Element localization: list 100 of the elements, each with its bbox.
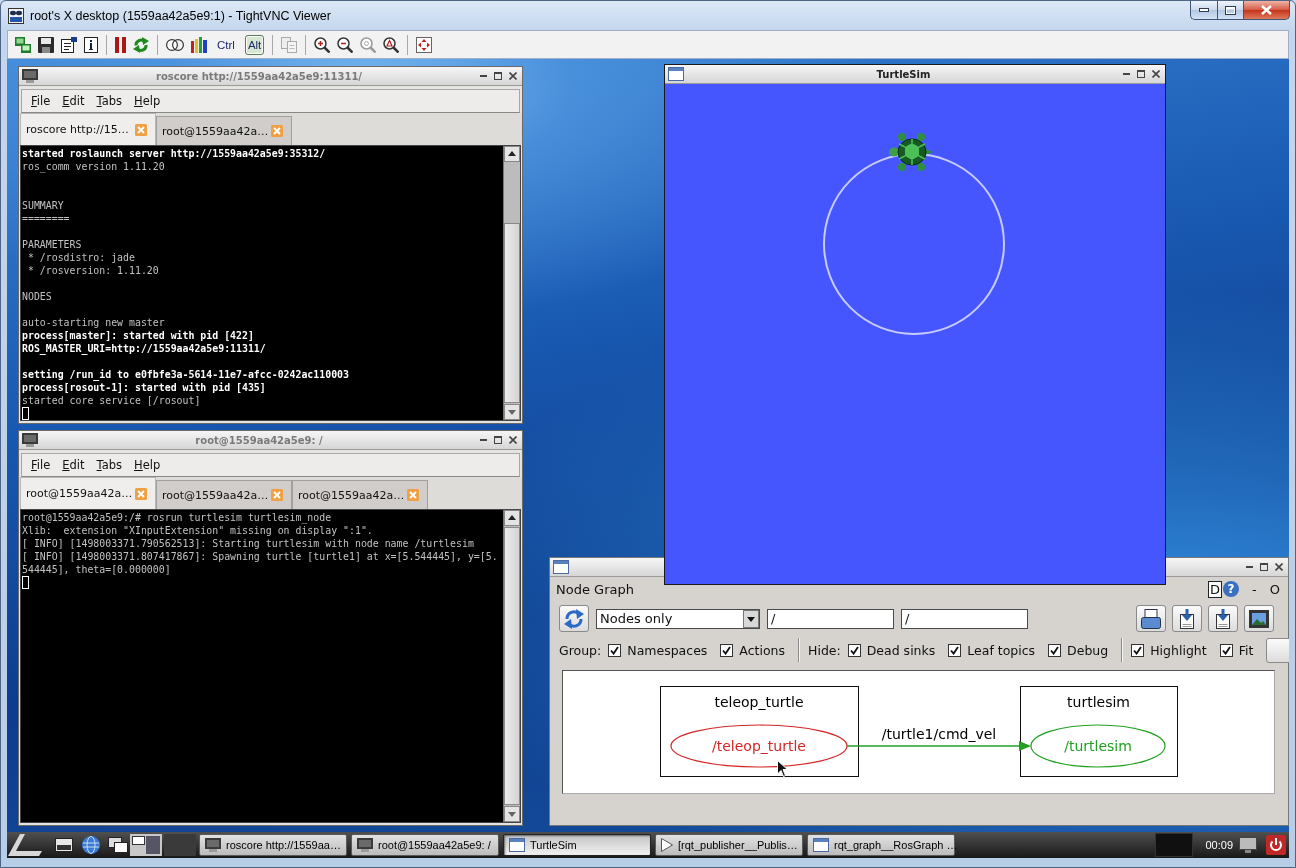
close-icon[interactable] bbox=[509, 72, 517, 80]
maximize-icon[interactable] bbox=[494, 72, 502, 80]
toolbar-button[interactable] bbox=[1172, 605, 1202, 632]
picture-icon bbox=[1249, 609, 1269, 628]
maximize-icon[interactable] bbox=[1260, 563, 1268, 571]
taskbar-button[interactable]: TurtleSim bbox=[503, 834, 651, 856]
checkbox[interactable] bbox=[1048, 643, 1062, 657]
modifier-key-button[interactable]: Ctrl bbox=[214, 34, 238, 55]
close-icon[interactable] bbox=[509, 436, 517, 444]
tab[interactable]: roscore http://15… bbox=[20, 113, 156, 145]
checkbox-label[interactable]: Dead sinks bbox=[866, 642, 936, 658]
show-desktop-icon[interactable] bbox=[55, 838, 73, 852]
scrollbar[interactable] bbox=[503, 146, 520, 420]
window-icon bbox=[668, 67, 684, 81]
window-title: roscore http://1559aa42a5e9:11311/ bbox=[155, 70, 363, 82]
checkbox[interactable] bbox=[948, 643, 962, 657]
close-icon[interactable] bbox=[1152, 70, 1160, 78]
power-icon[interactable] bbox=[1266, 835, 1286, 855]
edge-label: /turtle1/cmd_vel bbox=[881, 726, 997, 742]
modifier-key-button[interactable]: Alt bbox=[244, 34, 265, 55]
window-title: root@1559aa42a5e9: / bbox=[194, 434, 324, 446]
dock-button[interactable]: D bbox=[1208, 580, 1223, 598]
filter-field[interactable]: / bbox=[901, 608, 1028, 629]
menu-item[interactable]: Tabs bbox=[96, 458, 122, 472]
checkbox[interactable] bbox=[1219, 643, 1233, 657]
checkbox-label[interactable]: Leaf topics bbox=[967, 642, 1036, 658]
close-icon[interactable] bbox=[1275, 563, 1283, 571]
terminal-line: ROS_MASTER_URI=http://1559aa42a5e9:11311/ bbox=[22, 342, 266, 355]
menu-item[interactable]: Tabs bbox=[96, 94, 122, 108]
screens-icon[interactable] bbox=[15, 36, 31, 53]
checkbox[interactable] bbox=[720, 643, 734, 657]
graph-node[interactable]: /turtlesim bbox=[1030, 724, 1166, 768]
color-bars-icon[interactable] bbox=[191, 36, 207, 53]
document-icon[interactable] bbox=[61, 36, 77, 53]
checkbox-label[interactable]: Debug bbox=[1067, 642, 1109, 658]
toolbar-button[interactable] bbox=[1208, 605, 1238, 632]
pause-icon[interactable] bbox=[115, 36, 126, 53]
zoom-out-icon[interactable] bbox=[337, 36, 354, 53]
tab[interactable]: root@1559aa42a… bbox=[20, 477, 156, 509]
toolbar-button[interactable] bbox=[1244, 605, 1274, 632]
taskbar-button[interactable]: root@1559aa42a5e9: / bbox=[351, 834, 499, 856]
view-mode-dropdown[interactable]: Nodes only bbox=[596, 608, 760, 629]
document-arrow-icon bbox=[1216, 608, 1230, 629]
zoom-in-icon[interactable] bbox=[314, 36, 331, 53]
fullscreen-icon[interactable] bbox=[416, 36, 433, 53]
start-menu-icon[interactable] bbox=[8, 834, 42, 856]
graph-node[interactable]: /teleop_turtle bbox=[670, 724, 848, 768]
refresh-icon[interactable] bbox=[133, 36, 149, 53]
toolbar-button[interactable] bbox=[1136, 605, 1166, 632]
monitor-icon[interactable] bbox=[1239, 837, 1257, 853]
terminal-line: started roslaunch server http://1559aa42a5e9:35312/ bbox=[22, 147, 326, 160]
checkbox-label[interactable]: Highlight bbox=[1150, 642, 1207, 658]
taskbar-button[interactable]: [rqt_publisher__Publis… bbox=[655, 834, 803, 856]
close-button[interactable] bbox=[1244, 1, 1290, 20]
scrollbar-thumb[interactable] bbox=[504, 527, 520, 805]
checkbox[interactable] bbox=[1131, 643, 1145, 657]
info-icon[interactable] bbox=[84, 36, 98, 53]
terminal-line: started core service [/rosout] bbox=[22, 394, 201, 407]
filter-field[interactable]: / bbox=[767, 608, 894, 629]
menu-item[interactable]: File bbox=[31, 458, 51, 472]
checkbox-label[interactable]: Actions bbox=[739, 642, 785, 658]
menu-item[interactable]: File bbox=[31, 94, 51, 108]
terminal-line: SUMMARY bbox=[22, 199, 64, 212]
taskbar-button[interactable]: rqt_graph__RosGraph … bbox=[807, 834, 955, 856]
menu-item[interactable]: Edit bbox=[62, 458, 85, 472]
window-title: TurtleSim bbox=[875, 68, 932, 80]
tab[interactable]: root@1559aa42a… bbox=[156, 480, 292, 509]
checkbox-label[interactable]: Fit bbox=[1238, 642, 1254, 658]
tab[interactable]: root@1559aa42a… bbox=[292, 480, 428, 509]
menu-item[interactable]: Edit bbox=[62, 94, 85, 108]
terminal-line: setting /run_id to e0fbfe3a-5614-11e7-afcc-0242ac110003 bbox=[22, 368, 349, 381]
checkbox[interactable] bbox=[847, 643, 861, 657]
scrollbar[interactable] bbox=[503, 510, 520, 822]
option-label: Group: bbox=[559, 642, 602, 658]
scrollbar-thumb[interactable] bbox=[504, 223, 520, 403]
checkmark-icon bbox=[849, 645, 859, 655]
block-cursor-icon bbox=[22, 576, 29, 589]
magnifier-icon[interactable] bbox=[383, 36, 400, 53]
maximize-icon[interactable] bbox=[1137, 70, 1145, 78]
windows-icon[interactable] bbox=[108, 837, 128, 853]
menu-item[interactable]: Help bbox=[134, 458, 161, 472]
refresh-button[interactable] bbox=[559, 605, 589, 632]
title-button[interactable]: - bbox=[1252, 581, 1257, 597]
linked-rings-icon[interactable] bbox=[166, 38, 184, 51]
minimize-button[interactable] bbox=[1190, 1, 1217, 20]
globe-icon[interactable] bbox=[82, 836, 100, 854]
checkbox-label[interactable]: Namespaces bbox=[627, 642, 708, 658]
help-button[interactable]: ? bbox=[1223, 581, 1240, 597]
checkmark-icon bbox=[950, 645, 960, 655]
terminal-line: ros_comm version 1.11.20 bbox=[22, 160, 165, 173]
tab[interactable]: root@1559aa42a… bbox=[156, 116, 292, 145]
checkbox[interactable] bbox=[608, 643, 622, 657]
menu-item[interactable]: Help bbox=[134, 94, 161, 108]
window-icon bbox=[813, 838, 829, 852]
taskbar-button[interactable]: roscore http://1559aa… bbox=[199, 834, 347, 856]
desktop-pager[interactable] bbox=[130, 834, 196, 856]
title-button[interactable]: O bbox=[1269, 581, 1280, 597]
maximize-icon[interactable] bbox=[494, 436, 502, 444]
terminal-line: PARAMETERS bbox=[22, 238, 82, 251]
maximize-button[interactable] bbox=[1217, 1, 1244, 20]
